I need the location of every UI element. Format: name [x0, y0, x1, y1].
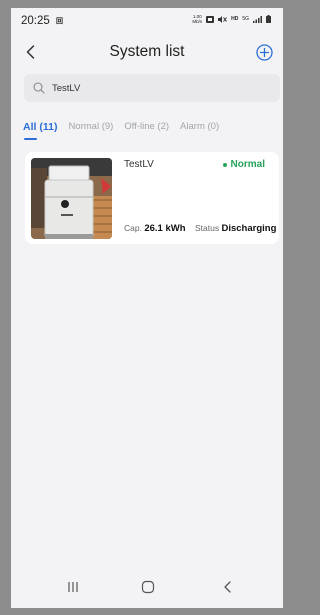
tab-all-count: (11) — [39, 121, 58, 133]
filter-tabs: All (11) Normal (9) Off-line (2) Alarm (… — [23, 121, 219, 143]
network-speed: 1.00 Mb/s — [192, 14, 203, 24]
tab-alarm[interactable]: Alarm (0) — [180, 121, 219, 143]
system-status: Normal — [222, 159, 265, 170]
tab-normal[interactable]: Normal (9) — [68, 121, 113, 143]
page-title: System list — [109, 43, 185, 60]
tab-normal-label: Normal — [68, 121, 100, 132]
tab-all[interactable]: All (11) — [23, 121, 57, 143]
status-time: 20:25 — [21, 15, 50, 27]
signal-icon — [253, 15, 262, 23]
battery-icon — [266, 15, 271, 23]
operation-status-label: Status — [195, 223, 220, 233]
net-badge: 5G — [242, 16, 249, 22]
system-status-label: Normal — [230, 159, 265, 170]
tab-offline[interactable]: Off-line (2) — [124, 121, 169, 143]
recent-apps-icon[interactable] — [66, 580, 80, 594]
tab-alarm-count: (0) — [207, 121, 220, 132]
system-card[interactable]: TestLV Normal Cap. 26.1 kWh Status Disch… — [25, 152, 279, 244]
add-circle-icon[interactable] — [256, 44, 273, 61]
tab-offline-label: Off-line — [124, 121, 155, 132]
status-bar: 20:25 回 1.00 Mb/s HD 5G — [11, 8, 283, 34]
search-input[interactable] — [52, 74, 252, 102]
mute-icon — [218, 15, 227, 23]
search-box[interactable] — [24, 74, 280, 102]
app-screen: 20:25 回 1.00 Mb/s HD 5G System list Test… — [11, 8, 283, 608]
operation-status: Status Discharging — [195, 223, 276, 234]
search-icon — [33, 82, 45, 94]
status-icons: 1.00 Mb/s HD 5G — [192, 14, 271, 24]
hd-badge: HD — [231, 16, 239, 22]
capacity-label: Cap. — [124, 223, 142, 233]
home-icon[interactable] — [141, 580, 155, 594]
battery-cabinet-image — [31, 158, 112, 239]
back-nav-icon[interactable] — [221, 580, 235, 594]
capacity-value: 26.1 kWh — [144, 223, 186, 234]
page-header: System list — [11, 34, 283, 70]
recording-badge: 回 — [56, 18, 63, 25]
tab-offline-count: (2) — [157, 121, 170, 132]
tab-alarm-label: Alarm — [180, 121, 205, 132]
system-photo — [31, 158, 112, 239]
status-dot — [222, 162, 227, 167]
tab-all-label: All — [23, 121, 37, 133]
notification-icon — [206, 15, 215, 23]
tab-normal-count: (9) — [101, 121, 114, 132]
system-name: TestLV — [124, 159, 154, 170]
android-nav-bar — [11, 568, 283, 608]
operation-status-value: Discharging — [221, 223, 277, 234]
capacity: Cap. 26.1 kWh — [124, 223, 186, 234]
